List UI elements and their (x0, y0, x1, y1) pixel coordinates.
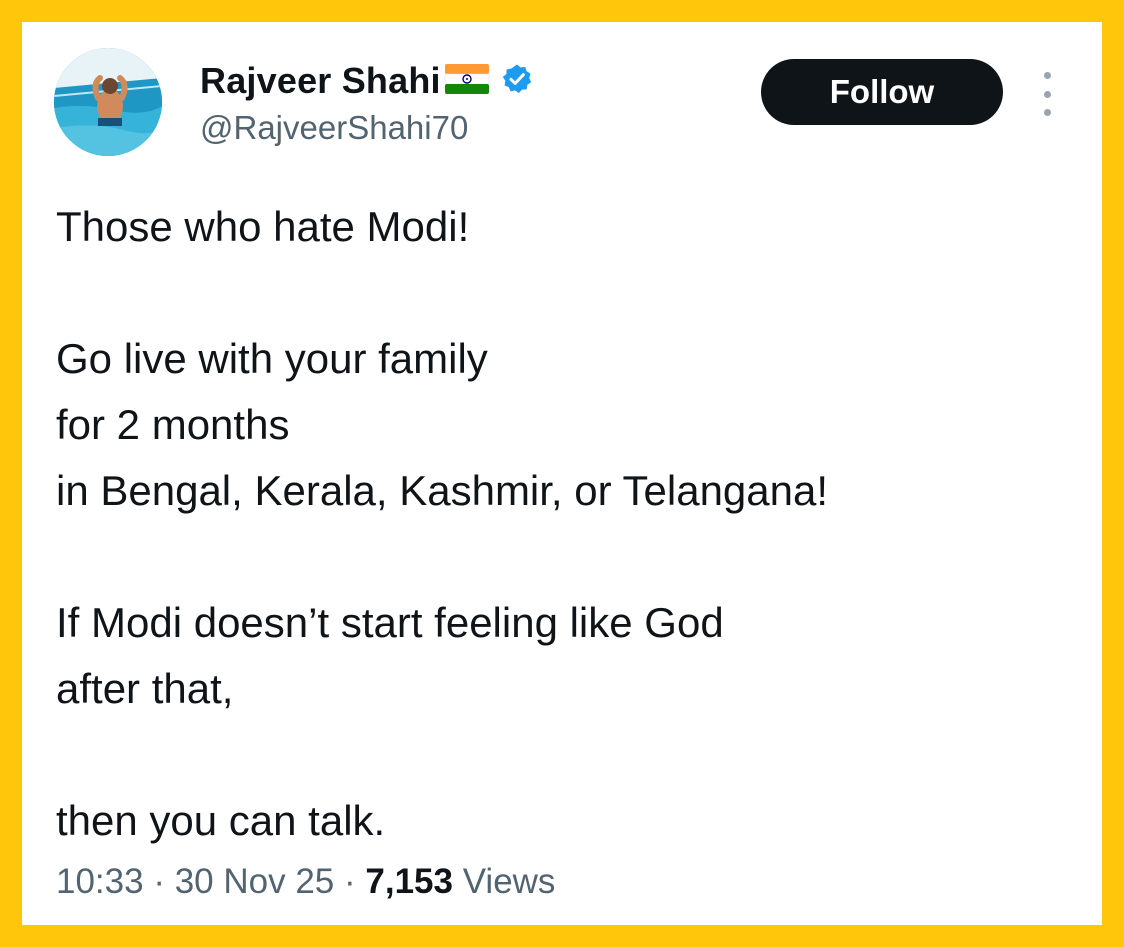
author-avatar[interactable] (54, 48, 162, 156)
author-handle[interactable]: @RajveerShahi70 (200, 109, 468, 147)
views-count[interactable]: 7,153 (365, 862, 453, 901)
tweet-metadata: 10:33 · 30 Nov 25 · 7,153 Views (56, 862, 555, 902)
tweet-time[interactable]: 10:33 (56, 862, 144, 901)
tweet-date[interactable]: 30 Nov 25 (175, 862, 335, 901)
ellipsis-dot (1043, 90, 1051, 98)
author-name-row[interactable]: Rajveer Shahi (200, 60, 533, 102)
verified-badge-icon[interactable] (501, 63, 533, 100)
tweet-paragraph: If Modi doesn’t start feeling like God a… (56, 599, 724, 712)
ellipsis-dot (1043, 72, 1051, 79)
follow-button[interactable]: Follow (761, 59, 1003, 125)
pool-photo-avatar-icon (54, 48, 162, 156)
meta-separator: · (334, 862, 366, 901)
views-label: Views (462, 862, 556, 901)
author-display-name[interactable]: Rajveer Shahi (200, 60, 441, 102)
ellipsis-dot (1043, 109, 1051, 116)
tweet-body: Those who hate Modi! Go live with your f… (56, 194, 1076, 854)
tweet-paragraph: Those who hate Modi! (56, 203, 470, 250)
vertical-ellipsis-icon[interactable] (1033, 72, 1061, 116)
tweet-card: Rajveer Shahi @RajveerShahi70 Follow Tho… (22, 22, 1102, 925)
tweet-paragraph: Go live with your family for 2 months in… (56, 335, 829, 514)
tweet-paragraph: then you can talk. (56, 797, 386, 844)
meta-separator: · (143, 862, 175, 901)
india-flag-icon (443, 62, 491, 101)
